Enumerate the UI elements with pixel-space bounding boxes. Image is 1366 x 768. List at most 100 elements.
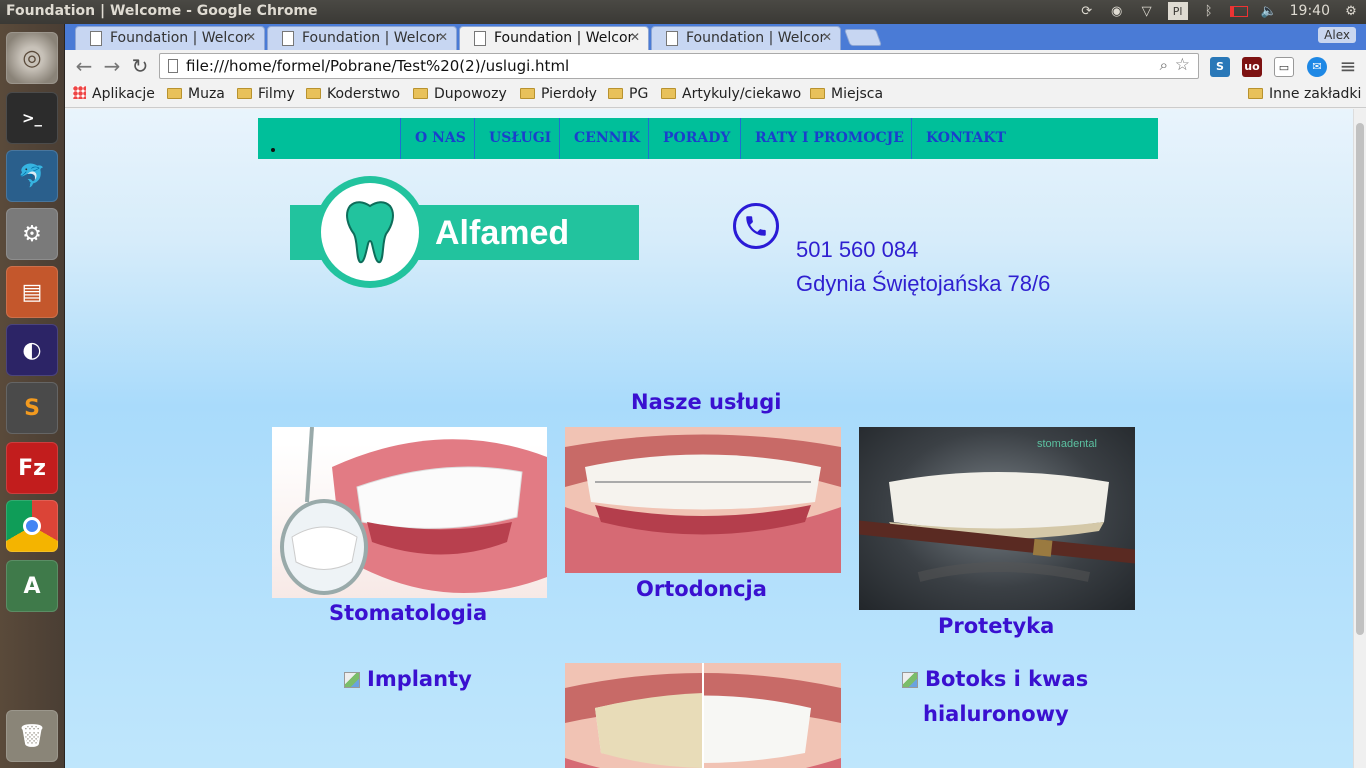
browser-window: Foundation | Welcor ✕ Foundation | Welcor… — [65, 24, 1366, 768]
forward-icon[interactable]: → — [99, 54, 125, 78]
menu-icon[interactable]: ≡ — [1335, 54, 1361, 78]
keyboard-layout[interactable]: Pl — [1167, 2, 1188, 20]
profile-button[interactable]: Alex — [1318, 27, 1356, 43]
stomatologia-photo[interactable] — [272, 427, 547, 598]
close-icon[interactable]: ✕ — [630, 30, 640, 44]
bookmark-apps[interactable]: Aplikacje — [73, 86, 155, 102]
cast-icon[interactable]: ▭ — [1274, 57, 1294, 77]
clock[interactable]: 19:40 — [1290, 3, 1330, 19]
star-icon[interactable]: ☆ — [1175, 55, 1190, 75]
tab-strip: Foundation | Welcor ✕ Foundation | Welcor… — [65, 24, 1366, 50]
page-viewport: O NAS USŁUGI CENNIK PORADY RATY I PROMOC… — [65, 109, 1353, 768]
window-title: Foundation | Welcome - Google Chrome — [6, 3, 318, 19]
terminal-icon[interactable]: >_ — [6, 92, 58, 144]
search-icon[interactable]: ⌕ — [1160, 56, 1168, 74]
software-updater-icon[interactable]: A — [6, 560, 58, 612]
tab-label: Foundation | Welcor — [302, 30, 442, 46]
tab-1[interactable]: Foundation | Welcor ✕ — [75, 26, 265, 50]
folder-icon — [237, 88, 252, 99]
gear-icon[interactable]: ⚙ — [1342, 2, 1360, 20]
service-botoks[interactable]: Botoks i kwas — [902, 667, 1088, 691]
nav-bullet — [271, 148, 275, 152]
tab-label: Foundation | Welcor — [494, 30, 634, 46]
nav-kontakt[interactable]: KONTAKT — [911, 118, 1020, 159]
browser-toolbar: ← → ↻ file:///home/formel/Pobrane/Test%2… — [65, 50, 1366, 82]
nav-o-nas[interactable]: O NAS — [400, 118, 480, 159]
wifi-icon[interactable]: ▽ — [1138, 2, 1156, 20]
service-stomatologia[interactable]: Stomatologia — [329, 601, 487, 625]
bookmarks-bar: Aplikacje Muza Filmy Koderstwo Dupowozy … — [65, 82, 1366, 108]
protetyka-photo[interactable]: stomadental — [859, 427, 1135, 610]
other-bookmarks[interactable]: Inne zakładki — [1248, 86, 1361, 102]
filezilla-icon[interactable]: Fz — [6, 442, 58, 494]
service-ortodoncja[interactable]: Ortodoncja — [636, 577, 767, 601]
messenger-icon[interactable]: ✉ — [1307, 57, 1327, 77]
service-implanty[interactable]: Implanty — [344, 667, 472, 691]
phone-number[interactable]: 501 560 084 — [796, 237, 918, 263]
ubuntu-dash-icon[interactable]: ◎ — [6, 32, 58, 84]
nav-porady[interactable]: PORADY — [648, 118, 744, 159]
trash-icon[interactable]: 🗑 — [6, 710, 58, 762]
folder-icon — [810, 88, 825, 99]
bookmark-folder[interactable]: Filmy — [237, 86, 295, 102]
folder-icon — [306, 88, 321, 99]
tab-label: Foundation | Welcor — [110, 30, 250, 46]
tab-4[interactable]: Foundation | Welcor ✕ — [651, 26, 841, 50]
folder-icon — [608, 88, 623, 99]
nav-raty-i-promocje[interactable]: RATY I PROMOCJE — [740, 118, 918, 159]
sync-icon[interactable]: ⟳ — [1078, 2, 1096, 20]
bookmark-folder[interactable]: Artykuly/ciekawo — [661, 86, 801, 102]
bookmark-folder[interactable]: Miejsca — [810, 86, 883, 102]
page-icon — [168, 59, 178, 73]
page-icon — [666, 31, 678, 46]
system-tray: ⟳ ◉ ▽ Pl ᛒ 🔈 19:40 ⚙ — [1078, 2, 1360, 20]
eclipse-icon[interactable]: ◐ — [6, 324, 58, 376]
bookmark-folder[interactable]: PG — [608, 86, 648, 102]
whitening-photo[interactable] — [565, 663, 841, 768]
service-botoks-line2[interactable]: hialuronowy — [923, 702, 1069, 726]
page-icon — [282, 31, 294, 46]
ortodoncja-photo[interactable] — [565, 427, 841, 573]
address: Gdynia Świętojańska 78/6 — [796, 271, 1051, 296]
battery-icon[interactable] — [1229, 2, 1248, 20]
back-icon[interactable]: ← — [71, 54, 97, 78]
volume-icon[interactable]: 🔈 — [1260, 2, 1278, 20]
nav-cennik[interactable]: CENNIK — [559, 118, 654, 159]
bookmark-folder[interactable]: Muza — [167, 86, 225, 102]
mysql-workbench-icon[interactable]: 🐬 — [6, 150, 58, 202]
apps-icon — [73, 86, 86, 99]
reload-icon[interactable]: ↻ — [127, 54, 153, 78]
close-icon[interactable]: ✕ — [438, 30, 448, 44]
ublock-icon[interactable]: uo — [1242, 57, 1262, 77]
bluetooth-icon[interactable]: ᛒ — [1200, 2, 1218, 20]
service-protetyka[interactable]: Protetyka — [938, 614, 1054, 638]
page-scrollbar[interactable] — [1353, 109, 1366, 768]
phone-icon — [733, 203, 779, 249]
page-icon — [474, 31, 486, 46]
extension-s-icon[interactable]: S — [1210, 57, 1230, 77]
address-bar[interactable]: file:///home/formel/Pobrane/Test%20(2)/u… — [159, 53, 1199, 79]
close-icon[interactable]: ✕ — [246, 30, 256, 44]
alfamed-logo[interactable]: Alfamed — [290, 176, 640, 288]
scrollbar-thumb[interactable] — [1356, 123, 1364, 635]
broken-image-icon — [902, 672, 918, 688]
bookmark-folder[interactable]: Koderstwo — [306, 86, 400, 102]
nav-uslugi[interactable]: USŁUGI — [474, 118, 565, 159]
folder-icon — [167, 88, 182, 99]
bookmark-folder[interactable]: Dupowozy — [413, 86, 507, 102]
sublime-text-icon[interactable]: S — [6, 382, 58, 434]
new-tab-button[interactable] — [843, 29, 883, 46]
folder-icon — [1248, 88, 1263, 99]
file-manager-icon[interactable]: ▤ — [6, 266, 58, 318]
system-settings-icon[interactable]: ⚙ — [6, 208, 58, 260]
photo-watermark: stomadental — [1037, 438, 1097, 450]
close-icon[interactable]: ✕ — [822, 30, 832, 44]
section-title: Nasze usługi — [631, 390, 782, 414]
chrome-tray-icon[interactable]: ◉ — [1108, 2, 1126, 20]
tab-3[interactable]: Foundation | Welcor ✕ — [459, 26, 649, 50]
chrome-icon[interactable] — [6, 500, 58, 552]
folder-icon — [520, 88, 535, 99]
tab-2[interactable]: Foundation | Welcor ✕ — [267, 26, 457, 50]
url-text[interactable]: file:///home/formel/Pobrane/Test%20(2)/u… — [186, 57, 569, 75]
bookmark-folder[interactable]: Pierdoły — [520, 86, 597, 102]
